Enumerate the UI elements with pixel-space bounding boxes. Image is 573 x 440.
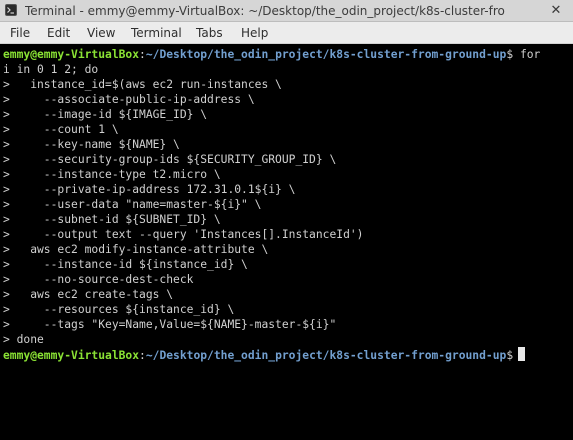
output-line: > --instance-id ${instance_id} \ [3, 258, 248, 271]
prompt-path: ~/Desktop/the_odin_project/k8s-cluster-f… [145, 48, 507, 61]
menu-terminal[interactable]: Terminal [131, 25, 182, 41]
output-line: > instance_id=$(aws ec2 run-instances \ [3, 78, 282, 91]
output-line: > --instance-type t2.micro \ [3, 168, 221, 181]
output-line: > --no-source-dest-check [3, 273, 194, 286]
output-line: > --subnet-id ${SUBNET_ID} \ [3, 213, 221, 226]
output-line: > --resources ${instance_id} \ [3, 303, 235, 316]
close-icon[interactable]: ✕ [548, 3, 564, 19]
output-line: > --count 1 \ [3, 123, 119, 136]
output-line: > --user-data "name=master-${i}" \ [3, 198, 262, 211]
terminal-output[interactable]: emmy@emmy-VirtualBox:~/Desktop/the_odin_… [0, 44, 573, 440]
output-line: > --output text --query 'Instances[].Ins… [3, 228, 364, 241]
output-line: > --key-name ${NAME} \ [3, 138, 180, 151]
output-line: > aws ec2 modify-instance-attribute \ [3, 243, 269, 256]
terminal-window: Terminal - emmy@emmy-VirtualBox: ~/Deskt… [0, 0, 573, 440]
prompt-user: emmy@emmy-VirtualBox [3, 48, 140, 61]
menu-view[interactable]: View [87, 25, 115, 41]
menu-tabs[interactable]: Tabs [196, 25, 223, 41]
prompt-path: ~/Desktop/the_odin_project/k8s-cluster-f… [145, 349, 507, 362]
menu-file[interactable]: File [10, 25, 30, 41]
output-line: > --tags "Key=Name,Value=${NAME}-master-… [3, 318, 337, 331]
text-cursor [518, 347, 526, 361]
menu-edit[interactable]: Edit [47, 25, 70, 41]
output-line: > --image-id ${IMAGE_ID} \ [3, 108, 208, 121]
output-line: i in 0 1 2; do [3, 63, 99, 76]
output-line: > aws ec2 create-tags \ [3, 288, 174, 301]
prompt-separator: : [139, 48, 146, 61]
prompt-line-1: emmy@emmy-VirtualBox:~/Desktop/the_odin_… [3, 47, 540, 62]
title-bar[interactable]: Terminal - emmy@emmy-VirtualBox: ~/Deskt… [0, 0, 573, 22]
prompt-user: emmy@emmy-VirtualBox [3, 349, 140, 362]
prompt-line-2: emmy@emmy-VirtualBox:~/Desktop/the_odin_… [3, 347, 526, 362]
menu-help[interactable]: Help [241, 25, 268, 41]
prompt-dollar: $ [506, 349, 514, 362]
output-line: > done [3, 333, 44, 346]
terminal-app-icon [5, 4, 17, 16]
window-title: Terminal - emmy@emmy-VirtualBox: ~/Deskt… [25, 4, 505, 18]
output-line: > --security-group-ids ${SECURITY_GROUP_… [3, 153, 337, 166]
prompt-separator: : [139, 349, 146, 362]
command-start: for [513, 48, 541, 61]
output-line: > --private-ip-address 172.31.0.1${i} \ [3, 183, 296, 196]
output-line: > --associate-public-ip-address \ [3, 93, 255, 106]
menu-bar: File Edit View Terminal Tabs Help [0, 22, 573, 44]
